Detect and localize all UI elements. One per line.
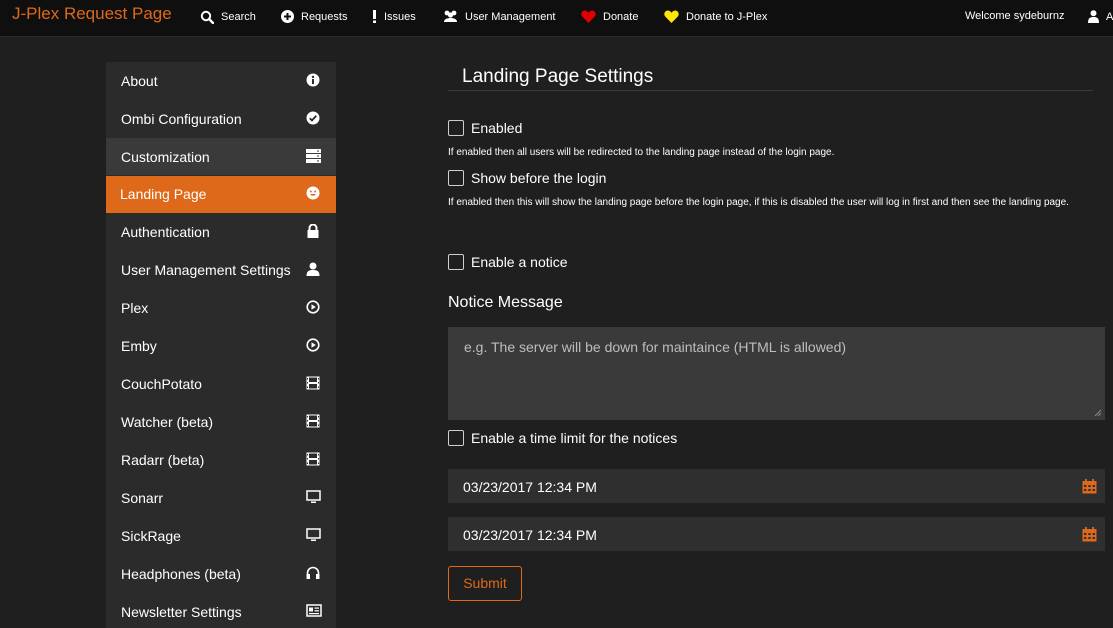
check-circle-icon — [306, 111, 320, 125]
monitor-icon — [306, 490, 321, 504]
brand-link[interactable]: J-Plex Request Page — [12, 4, 172, 24]
nav-welcome[interactable]: Welcome sydeburnz — [965, 10, 1064, 22]
before-login-checkbox-row[interactable]: Show before the login — [448, 170, 606, 186]
newspaper-icon — [306, 604, 322, 618]
sidebar-item-label: Ombi Configuration — [121, 111, 242, 127]
monitor-icon — [306, 528, 321, 542]
sidebar-item-label: Customization — [121, 149, 210, 165]
time-limit-checkbox[interactable] — [448, 430, 464, 446]
enabled-help-text: If enabled then all users will be redire… — [448, 147, 835, 158]
top-navbar: J-Plex Request Page Search Requests Issu… — [0, 0, 1113, 37]
sidebar-item-sickrage[interactable]: SickRage — [106, 517, 336, 554]
landing-page-settings-panel: Landing Page Settings Enabled If enabled… — [448, 62, 1105, 628]
nav-user-management[interactable]: User Management — [443, 10, 556, 23]
time-limit-label: Enable a time limit for the notices — [471, 430, 678, 446]
nav-donate-jplex-label: Donate to J-Plex — [686, 10, 768, 23]
sidebar-item-label: Emby — [121, 338, 157, 354]
nav-account-label: A — [1106, 10, 1113, 23]
sidebar-item-landing-page[interactable]: Landing Page — [106, 176, 336, 213]
sidebar-item-plex[interactable]: Plex — [106, 289, 336, 326]
sidebar-item-user-management-settings[interactable]: User Management Settings — [106, 251, 336, 288]
sidebar-item-emby[interactable]: Emby — [106, 327, 336, 364]
sidebar-item-label: Radarr (beta) — [121, 452, 205, 468]
sidebar-item-watcher[interactable]: Watcher (beta) — [106, 403, 336, 440]
end-date-value: 03/23/2017 12:34 PM — [463, 527, 597, 543]
sidebar-item-sonarr[interactable]: Sonarr — [106, 479, 336, 516]
sidebar-item-headphones[interactable]: Headphones (beta) — [106, 555, 336, 592]
heart-icon — [581, 10, 596, 23]
title-divider — [448, 90, 1093, 91]
play-circle-icon — [306, 300, 320, 314]
sidebar-item-label: Landing Page — [120, 186, 207, 202]
sidebar-item-authentication[interactable]: Authentication — [106, 213, 336, 250]
sidebar-item-couchpotato[interactable]: CouchPotato — [106, 365, 336, 402]
calendar-icon[interactable] — [1082, 527, 1097, 542]
nav-search-label: Search — [221, 11, 256, 23]
nav-issues-label: Issues — [384, 10, 416, 23]
sidebar-item-label: Authentication — [121, 224, 210, 240]
time-limit-checkbox-row[interactable]: Enable a time limit for the notices — [448, 430, 677, 446]
plus-circle-icon — [281, 10, 294, 23]
submit-button[interactable]: Submit — [448, 566, 522, 601]
sidebar-item-label: Headphones (beta) — [121, 566, 241, 582]
before-login-label: Show before the login — [471, 170, 607, 186]
sidebar-item-about[interactable]: About — [106, 62, 336, 99]
film-icon — [306, 376, 320, 390]
start-date-field[interactable]: 03/23/2017 12:34 PM — [448, 469, 1105, 503]
before-login-checkbox[interactable] — [448, 170, 464, 186]
sidebar-item-ombi-configuration[interactable]: Ombi Configuration — [106, 100, 336, 137]
notice-message-textarea[interactable]: e.g. The server will be down for maintai… — [448, 327, 1105, 420]
notice-message-label: Notice Message — [448, 294, 563, 311]
film-icon — [306, 452, 320, 466]
lock-icon — [306, 224, 320, 238]
start-date-value: 03/23/2017 12:34 PM — [463, 479, 597, 495]
nav-requests[interactable]: Requests — [281, 10, 347, 23]
nav-account[interactable]: A — [1088, 10, 1113, 23]
enabled-checkbox[interactable] — [448, 120, 464, 136]
calendar-icon[interactable] — [1082, 479, 1097, 494]
server-icon — [306, 149, 321, 163]
nav-issues[interactable]: Issues — [372, 10, 416, 23]
notice-label: Enable a notice — [471, 254, 568, 270]
nav-welcome-label: Welcome sydeburnz — [965, 10, 1065, 22]
enabled-checkbox-row[interactable]: Enabled — [448, 120, 522, 136]
film-icon — [306, 414, 320, 428]
smiley-icon — [306, 186, 320, 200]
sidebar-item-label: SickRage — [121, 528, 181, 544]
sidebar-item-label: User Management Settings — [121, 262, 291, 278]
heart-icon — [664, 10, 679, 23]
headphones-icon — [306, 566, 320, 580]
sidebar-item-label: About — [121, 73, 158, 89]
enabled-label: Enabled — [471, 120, 523, 136]
search-icon — [200, 10, 214, 24]
sidebar-item-label: Watcher (beta) — [121, 414, 214, 430]
play-circle-icon — [306, 338, 320, 352]
sidebar-item-label: Sonarr — [121, 490, 164, 506]
page-title: Landing Page Settings — [462, 66, 654, 87]
notice-message-placeholder: e.g. The server will be down for maintai… — [464, 339, 847, 355]
settings-sidebar: About Ombi Configuration Customization L… — [106, 62, 336, 628]
users-icon — [443, 10, 458, 23]
sidebar-item-label: Plex — [121, 300, 149, 316]
notice-checkbox-row[interactable]: Enable a notice — [448, 254, 568, 270]
sidebar-item-customization[interactable]: Customization — [106, 138, 336, 175]
nav-user-management-label: User Management — [465, 10, 556, 23]
sidebar-item-label: Newsletter Settings — [121, 604, 242, 620]
exclamation-icon — [372, 10, 377, 23]
sidebar-item-label: CouchPotato — [121, 376, 202, 392]
user-icon — [1088, 10, 1099, 23]
info-icon — [306, 73, 320, 87]
nav-donate-label: Donate — [603, 10, 639, 23]
nav-search[interactable]: Search — [200, 10, 256, 24]
before-login-help-text: If enabled then this will show the landi… — [448, 197, 1069, 208]
end-date-field[interactable]: 03/23/2017 12:34 PM — [448, 517, 1105, 551]
sidebar-item-radarr[interactable]: Radarr (beta) — [106, 441, 336, 478]
nav-requests-label: Requests — [301, 10, 348, 23]
nav-donate-jplex[interactable]: Donate to J-Plex — [664, 10, 767, 23]
user-icon — [306, 262, 320, 276]
nav-donate[interactable]: Donate — [581, 10, 638, 23]
resize-grip-icon[interactable] — [1094, 409, 1102, 417]
sidebar-item-newsletter-settings[interactable]: Newsletter Settings — [106, 593, 336, 628]
notice-checkbox[interactable] — [448, 254, 464, 270]
